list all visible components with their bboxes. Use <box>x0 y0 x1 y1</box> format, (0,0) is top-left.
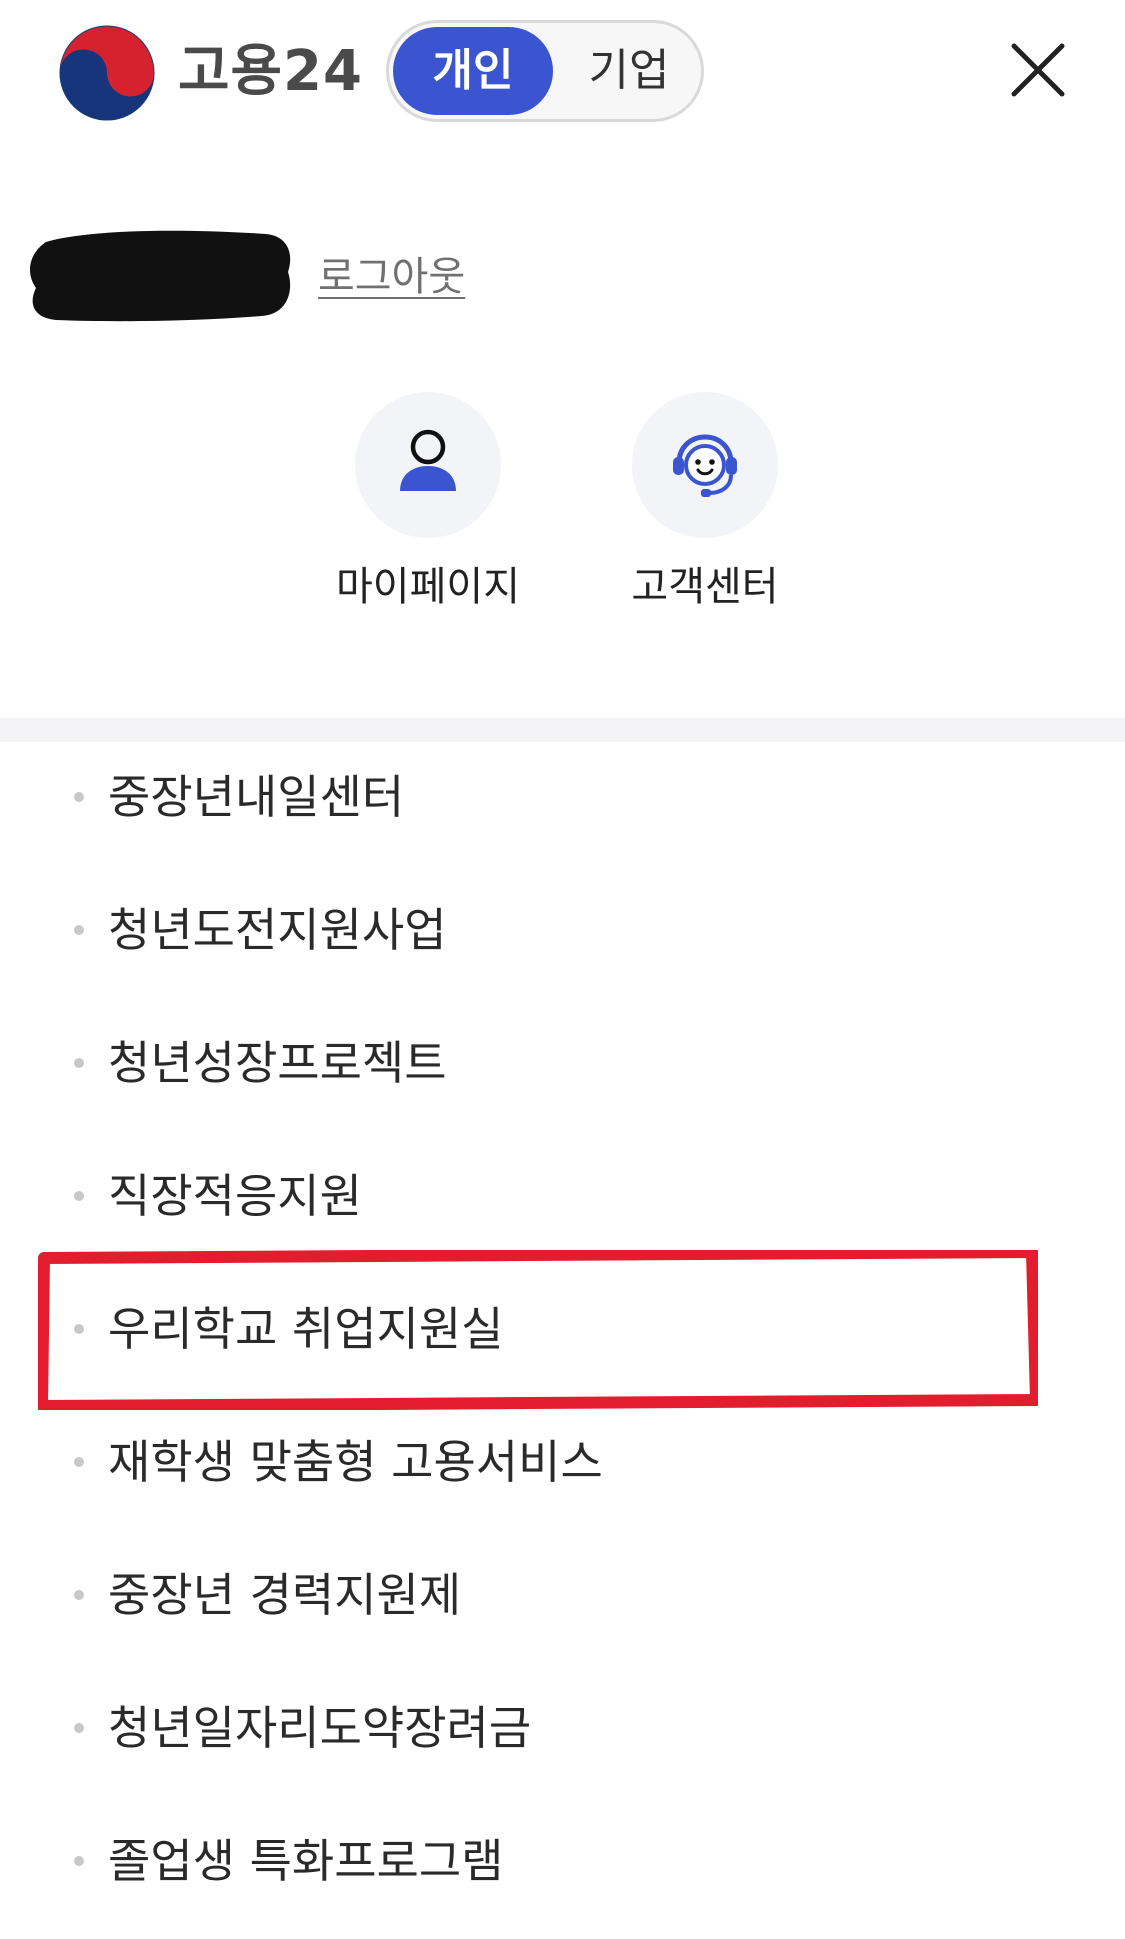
shortcut-mypage[interactable]: 마이페이지 <box>336 392 520 622</box>
section-divider <box>0 718 1125 742</box>
bullet-dot <box>74 792 84 802</box>
menu-item-label[interactable]: 청년일자리도약장려금 <box>108 1697 531 1759</box>
shortcut-customer-center-circle[interactable] <box>632 392 778 538</box>
shortcut-customer-center[interactable]: 고객센터 <box>615 392 795 622</box>
menu-item[interactable]: 청년도전지원사업 <box>0 875 1125 1008</box>
menu-item-label[interactable]: 재학생 맞춤형 고용서비스 <box>108 1431 603 1493</box>
headset-icon <box>673 434 737 497</box>
menu-item-label[interactable]: 청년도전지원사업 <box>108 899 447 961</box>
bullet-dot <box>74 1058 84 1068</box>
bullet-dot <box>74 1723 84 1733</box>
service-menu-list: 중장년내일센터 청년도전지원사업 청년성장프로젝트 직장적응지원 우리학교 취업… <box>0 742 1125 1939</box>
menu-item[interactable]: 졸업생 특화프로그램 <box>0 1806 1125 1939</box>
menu-item[interactable]: 청년성장프로젝트 <box>0 1008 1125 1141</box>
bullet-dot <box>74 1324 84 1334</box>
bullet-dot <box>74 1191 84 1201</box>
person-icon <box>400 429 456 491</box>
menu-item[interactable]: 직장적응지원 <box>0 1141 1125 1274</box>
menu-item-label[interactable]: 중장년내일센터 <box>108 766 404 828</box>
bullet-dot <box>74 925 84 935</box>
menu-item-label[interactable]: 청년성장프로젝트 <box>108 1032 447 1094</box>
menu-item-label[interactable]: 우리학교 취업지원실 <box>108 1298 504 1360</box>
menu-item-label[interactable]: 직장적응지원 <box>108 1165 362 1227</box>
shortcut-mypage-label[interactable]: 마이페이지 <box>318 560 538 614</box>
government-emblem-icon[interactable] <box>58 24 156 122</box>
menu-item[interactable]: 재학생 맞춤형 고용서비스 <box>0 1407 1125 1540</box>
bullet-dot <box>74 1590 84 1600</box>
menu-header: 고용24 개인 기업 <box>0 0 1125 150</box>
shortcut-mypage-circle[interactable] <box>355 392 501 538</box>
bullet-dot <box>74 1457 84 1467</box>
logout-link[interactable]: 로그아웃 <box>318 250 465 304</box>
menu-item-label[interactable]: 중장년 경력지원제 <box>108 1564 461 1626</box>
shortcut-customer-center-label[interactable]: 고객센터 <box>595 560 815 614</box>
bullet-dot <box>74 1856 84 1866</box>
menu-item[interactable]: 중장년내일센터 <box>0 742 1125 875</box>
toggle-company-button[interactable]: 기업 <box>557 27 701 115</box>
user-name-redacted <box>26 224 294 324</box>
site-logo-text[interactable]: 고용24 <box>178 36 363 108</box>
menu-item-highlighted[interactable]: 우리학교 취업지원실 <box>0 1274 1125 1407</box>
toggle-personal-button[interactable]: 개인 <box>393 27 553 115</box>
menu-item[interactable]: 청년일자리도약장려금 <box>0 1673 1125 1806</box>
user-type-toggle: 개인 기업 <box>386 20 704 122</box>
menu-item[interactable]: 중장년 경력지원제 <box>0 1540 1125 1673</box>
close-icon[interactable] <box>1008 40 1068 100</box>
